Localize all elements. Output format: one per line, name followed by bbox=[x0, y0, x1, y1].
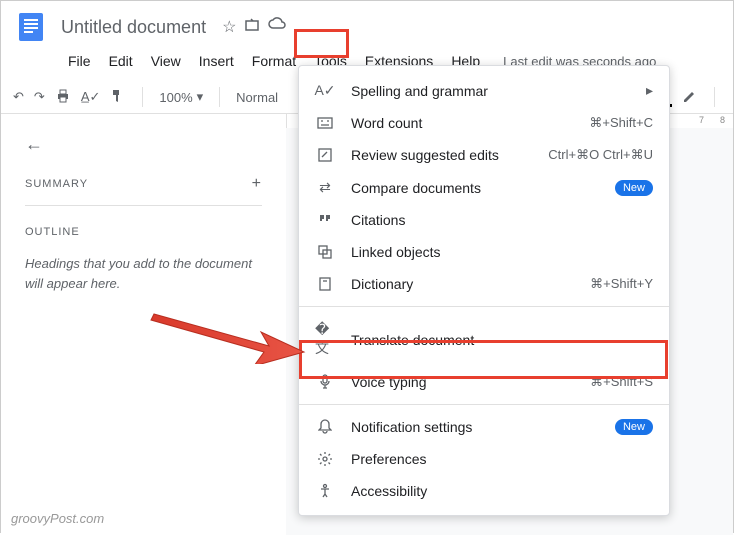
menu-view[interactable]: View bbox=[144, 49, 188, 73]
move-icon[interactable] bbox=[244, 17, 260, 38]
add-summary-icon[interactable]: + bbox=[252, 175, 262, 193]
menu-review-edits[interactable]: Review suggested edits Ctrl+⌘O Ctrl+⌘U bbox=[299, 139, 669, 171]
menu-spelling-grammar[interactable]: A✓ Spelling and grammar ▸ bbox=[299, 74, 669, 107]
new-badge: New bbox=[615, 419, 653, 435]
star-icon[interactable]: ☆ bbox=[222, 17, 236, 38]
menu-compare-docs[interactable]: ⇄ Compare documents New bbox=[299, 171, 669, 204]
review-edits-icon bbox=[315, 147, 335, 163]
outline-placeholder: Headings that you add to the document wi… bbox=[25, 254, 262, 293]
watermark: groovyPost.com bbox=[11, 511, 104, 526]
menu-citations[interactable]: Citations bbox=[299, 204, 669, 236]
back-arrow-icon[interactable]: ← bbox=[25, 134, 262, 155]
bell-icon bbox=[315, 419, 335, 435]
style-select[interactable]: Normal bbox=[236, 90, 278, 105]
undo-icon[interactable]: ↶ bbox=[13, 89, 24, 105]
menu-notification-settings[interactable]: Notification settings New bbox=[299, 411, 669, 443]
outline-heading: OUTLINE bbox=[25, 226, 262, 238]
accessibility-icon bbox=[315, 483, 335, 499]
word-count-icon bbox=[315, 115, 335, 131]
spellcheck-icon: A✓ bbox=[315, 82, 335, 99]
new-badge: New bbox=[615, 180, 653, 196]
zoom-select[interactable]: 100% ▾ bbox=[159, 89, 203, 105]
citations-icon bbox=[315, 213, 335, 227]
tools-dropdown: A✓ Spelling and grammar ▸ Word count ⌘+S… bbox=[298, 65, 670, 516]
docs-logo-icon[interactable] bbox=[13, 9, 49, 45]
cloud-status-icon[interactable] bbox=[268, 17, 286, 38]
menu-edit[interactable]: Edit bbox=[102, 49, 140, 73]
compare-icon: ⇄ bbox=[315, 179, 335, 196]
menu-preferences[interactable]: Preferences bbox=[299, 443, 669, 475]
doc-title[interactable]: Untitled document bbox=[61, 17, 206, 38]
annotation-box-voice bbox=[299, 340, 668, 379]
summary-heading: SUMMARY bbox=[25, 178, 88, 190]
submenu-arrow-icon: ▸ bbox=[646, 82, 653, 99]
menu-linked-objects[interactable]: Linked objects bbox=[299, 236, 669, 268]
menu-insert[interactable]: Insert bbox=[192, 49, 241, 73]
annotation-box-tools bbox=[294, 29, 349, 58]
menu-dictionary[interactable]: Dictionary ⌘+Shift+Y bbox=[299, 268, 669, 300]
annotation-arrow-icon bbox=[149, 304, 309, 364]
chevron-down-icon: ▾ bbox=[197, 89, 204, 105]
gear-icon bbox=[315, 451, 335, 467]
paint-format-icon[interactable] bbox=[110, 88, 126, 107]
redo-icon[interactable]: ↷ bbox=[34, 89, 45, 105]
menu-file[interactable]: File bbox=[61, 49, 98, 73]
menu-word-count[interactable]: Word count ⌘+Shift+C bbox=[299, 107, 669, 139]
menu-accessibility[interactable]: Accessibility bbox=[299, 475, 669, 507]
linked-objects-icon bbox=[315, 244, 335, 260]
highlight-icon[interactable] bbox=[682, 88, 698, 107]
dictionary-icon bbox=[315, 276, 335, 292]
spellcheck-icon[interactable]: A̲✓ bbox=[81, 89, 101, 105]
print-icon[interactable] bbox=[55, 88, 71, 107]
